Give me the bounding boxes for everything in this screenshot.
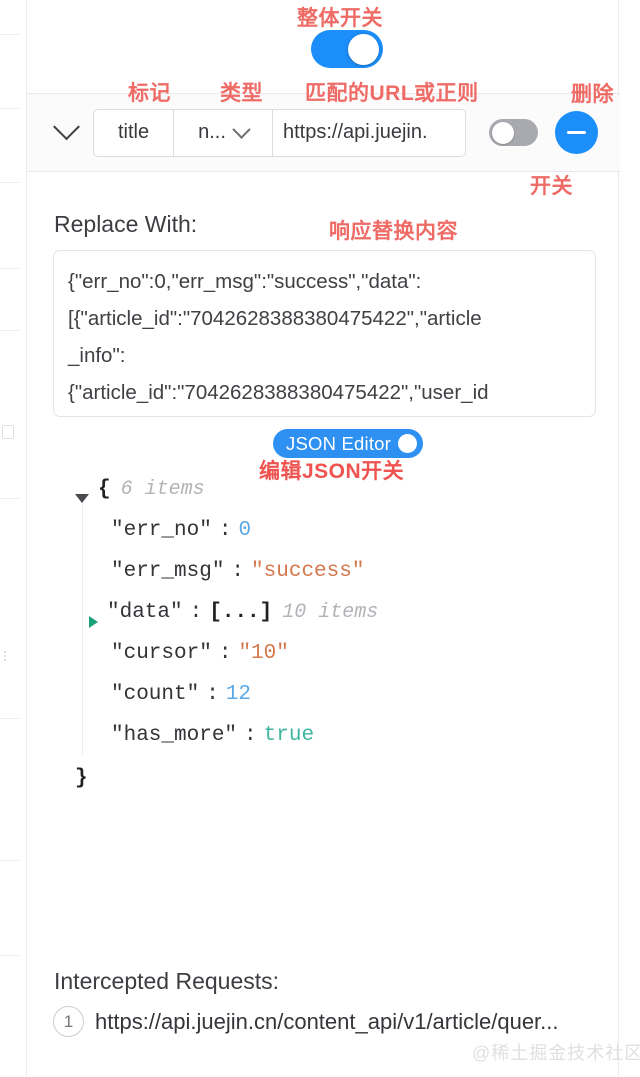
json-value: 12 <box>225 683 252 706</box>
json-colon: : <box>218 642 232 665</box>
master-toggle-knob <box>348 33 379 65</box>
request-url[interactable]: https://api.juejin.cn/content_api/v1/art… <box>95 1009 559 1035</box>
background-line <box>0 330 20 331</box>
annotation-master-switch: 整体开关 <box>297 7 383 30</box>
json-colon: : <box>218 519 232 542</box>
json-editor-toggle[interactable]: JSON Editor <box>273 429 424 458</box>
background-box <box>2 425 14 439</box>
background-page <box>0 0 27 1077</box>
url-input[interactable] <box>273 108 466 157</box>
json-key: "err_no" <box>111 519 212 542</box>
json-closing-brace: } <box>75 767 88 790</box>
background-line <box>0 860 20 861</box>
background-line <box>0 182 20 183</box>
json-value: "10" <box>238 642 289 665</box>
annotation-url: 匹配的URL或正则 <box>305 82 479 105</box>
background-line <box>0 955 20 956</box>
intercepted-request-item[interactable]: 1 https://api.juejin.cn/content_api/v1/a… <box>53 1006 559 1037</box>
json-row-cursor[interactable]: "cursor" : "10" <box>75 642 378 683</box>
chevron-down-icon <box>232 120 251 139</box>
replace-with-textarea[interactable]: {"err_no":0,"err_msg":"success","data": … <box>54 251 595 416</box>
background-line <box>0 268 20 269</box>
background-dots <box>4 650 6 662</box>
json-row-err-no[interactable]: "err_no" : 0 <box>75 519 378 560</box>
json-root-item-count: 6 items <box>120 478 205 501</box>
annotation-delete: 删除 <box>571 83 614 106</box>
minus-icon <box>567 131 586 134</box>
background-line <box>0 718 20 719</box>
json-row-count[interactable]: "count" : 12 <box>75 683 378 724</box>
triangle-right-icon[interactable] <box>89 615 98 628</box>
json-value: "success" <box>251 560 365 583</box>
tag-input[interactable] <box>93 108 174 157</box>
chevron-down-icon <box>52 113 80 141</box>
watermark: @稀土掘金技术社区 <box>472 1043 640 1063</box>
rule-enable-switch-knob <box>492 121 514 144</box>
json-tree: { 6 items "err_no" : 0 "err_msg" : "succ… <box>75 478 378 765</box>
json-value: [...] <box>209 601 273 624</box>
master-toggle-switch[interactable] <box>311 30 383 68</box>
request-index-badge: 1 <box>53 1006 84 1037</box>
annotation-replace: 响应替换内容 <box>329 220 458 243</box>
json-key: "err_msg" <box>111 560 225 583</box>
json-key: "has_more" <box>111 724 238 747</box>
json-value: true <box>263 724 315 747</box>
json-array-item-count: 10 items <box>282 601 379 624</box>
json-colon: : <box>244 724 257 747</box>
delete-rule-button[interactable] <box>555 111 598 154</box>
triangle-down-icon[interactable] <box>75 494 89 503</box>
json-row-data[interactable]: "data" : [...] 10 items <box>75 601 378 642</box>
json-root-row[interactable]: { 6 items <box>75 478 378 519</box>
rule-fields: n... <box>93 108 466 157</box>
json-colon: : <box>206 683 219 706</box>
replace-with-label: Replace With: <box>54 211 198 237</box>
json-row-err-msg[interactable]: "err_msg" : "success" <box>75 560 378 601</box>
extension-panel: n... 整体开关 标记 类型 匹配的URL或正则 删除 开关 响应替换内容 编… <box>26 0 640 1077</box>
json-root-brace: { <box>98 478 111 501</box>
annotation-row-switch: 开关 <box>530 175 573 198</box>
json-key: "count" <box>111 683 200 706</box>
json-colon: : <box>231 560 245 583</box>
background-line <box>0 34 20 35</box>
background-line <box>0 498 20 499</box>
json-key: "cursor" <box>111 642 212 665</box>
json-editor-toggle-knob <box>398 434 418 453</box>
annotation-type: 类型 <box>220 82 263 105</box>
json-colon: : <box>189 601 203 624</box>
rule-enable-switch[interactable] <box>489 119 538 146</box>
json-key: "data" <box>107 601 183 624</box>
expand-collapse-button[interactable] <box>45 112 87 154</box>
intercepted-requests-label: Intercepted Requests: <box>54 968 280 994</box>
type-select-value: n... <box>198 121 226 143</box>
annotation-tag: 标记 <box>128 82 171 105</box>
background-line <box>0 108 20 109</box>
json-value: 0 <box>238 519 252 542</box>
json-editor-label: JSON Editor <box>286 432 392 454</box>
type-select[interactable]: n... <box>174 108 273 157</box>
replace-with-box[interactable]: {"err_no":0,"err_msg":"success","data": … <box>53 250 596 417</box>
json-row-has-more[interactable]: "has_more" : true <box>75 724 378 765</box>
